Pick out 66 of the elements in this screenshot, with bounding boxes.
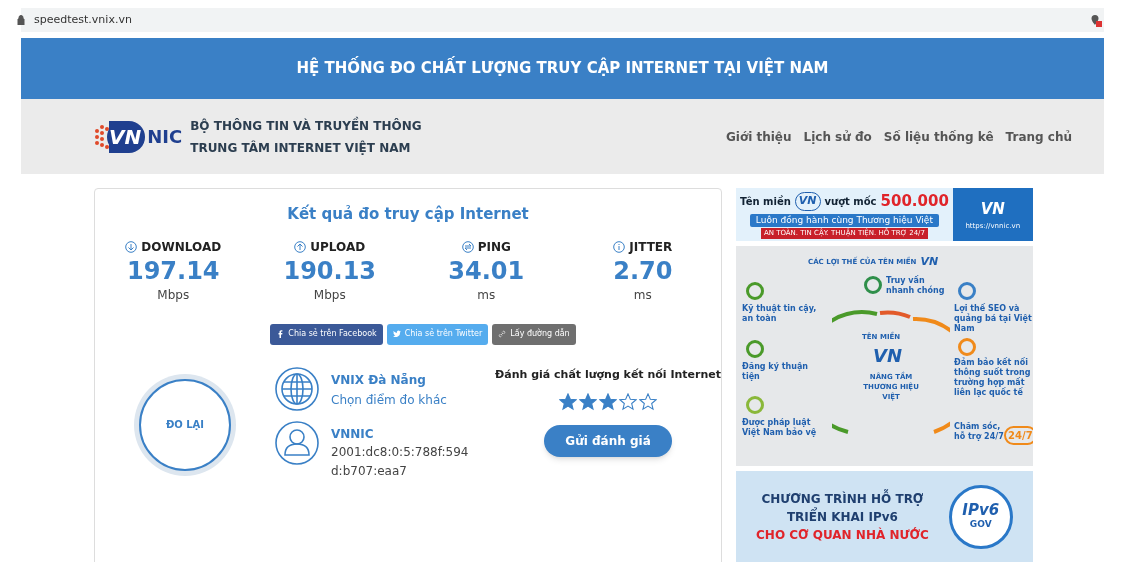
metric-label: UPLOAD: [310, 238, 366, 256]
benefit-label: Lợi thế SEO và quảng bá tại Việt Nam: [954, 304, 1033, 334]
metric-unit: Mbps: [157, 286, 190, 304]
filled-star-icon[interactable]: [579, 393, 598, 411]
info-icon: [613, 240, 626, 253]
organization-name: TRUNG TÂM INTERNET VIỆT NAM: [190, 139, 412, 157]
facebook-share-button[interactable]: Chia sẻ trên Facebook: [270, 323, 383, 345]
user-icon: [275, 420, 319, 465]
metric-unit: ms: [477, 286, 496, 304]
filled-star-icon[interactable]: [599, 393, 618, 411]
ipv6-ad-banner[interactable]: CHƯƠNG TRÌNH HỖ TRỢ TRIỂN KHAI IPv6 CHO CƠ QUAN NHÀ NƯỚC IPv6 GOV: [736, 471, 1033, 562]
metric-label: PING: [477, 238, 511, 256]
domain-mark: VN: [980, 199, 1005, 220]
domain-mark: VN: [873, 344, 903, 368]
ad-count: 500.000: [880, 191, 949, 213]
support-badge: 24/7: [1004, 426, 1033, 445]
metric-value: 197.14: [126, 255, 220, 286]
isp-name: VNNIC: [331, 425, 375, 443]
organization-name: BỘ THÔNG TIN VÀ TRUYỀN THÔNG: [190, 116, 422, 135]
benefit-label: Được pháp luật Việt Nam bảo vệ: [742, 418, 818, 438]
benefit-label: Kỹ thuật tin cậy, an toàn: [742, 304, 818, 324]
facebook-icon: [276, 330, 285, 338]
nav-link[interactable]: Số liệu thống kê: [883, 127, 994, 146]
result-title: Kết quả đo truy cập Internet: [287, 204, 529, 225]
copy-link-button[interactable]: Lấy đường dẫn: [492, 323, 576, 345]
metric-value: 34.01: [448, 255, 525, 286]
site-title: HỆ THỐNG ĐO CHẤT LƯỢNG TRUY CẬP INTERNET TẠI VIỆT NAM: [296, 57, 829, 80]
change-server-link[interactable]: Chọn điểm đo khác: [331, 390, 447, 409]
metric-unit: ms: [633, 286, 652, 304]
ad-headline: CHƯƠNG TRÌNH HỖ TRỢ: [761, 490, 924, 508]
metric-value: 190.13: [283, 255, 377, 286]
upload-icon: [294, 240, 307, 253]
download-icon: [125, 240, 138, 253]
benefit-label: Đảm bảo kết nối thông suốt trong trường hợp mất liên lạc quốc tế: [954, 358, 1032, 398]
ad-headline: CHO CƠ QUAN NHÀ NƯỚC: [756, 526, 929, 544]
metric-label: DOWNLOAD: [141, 238, 222, 256]
location-blocked-icon[interactable]: [1090, 13, 1102, 27]
submit-rating-button[interactable]: Gửi đánh giá: [544, 425, 673, 457]
link-icon: [498, 330, 507, 338]
metric-unit: Mbps: [313, 286, 346, 304]
filled-star-icon[interactable]: [559, 393, 578, 411]
metric-value: 2.70: [613, 255, 673, 286]
ipv6-badge: IPv6 GOV: [948, 485, 1013, 549]
ip-address: 2001:dc8:0:5:788f:594d:b707:eaa7: [331, 443, 470, 480]
domain-mark: VN: [920, 254, 939, 270]
ad-text: vượt mốc: [824, 194, 877, 209]
nav-link[interactable]: Lịch sử đo: [803, 127, 872, 146]
nav-link[interactable]: Giới thiệu: [725, 127, 792, 146]
twitter-icon: [392, 330, 401, 338]
star-rating[interactable]: [559, 393, 658, 411]
benefit-label: Chăm sóc, hỗ trợ 24/7: [954, 422, 1005, 442]
ad-text: Tên miền: [739, 194, 791, 209]
nav-link[interactable]: Trang chủ: [1005, 127, 1072, 146]
globe-icon: [275, 366, 319, 411]
ad-slogan: Luôn đồng hành cùng Thương hiệu Việt: [749, 213, 939, 228]
server-name: VNIX Đà Nẵng: [331, 371, 427, 389]
metric-label: JITTER: [629, 238, 673, 256]
benefit-label: Đăng ký thuận tiện: [742, 362, 809, 382]
ad-headline: TRIỂN KHAI IPv6: [786, 508, 898, 526]
lock-icon: [17, 15, 25, 25]
logo-drawing[interactable]: VN NIC: [93, 118, 183, 155]
rating-title: Đánh giá chất lượng kết nối Internet: [495, 366, 722, 383]
benefit-label: Truy vấn nhanh chóng: [886, 276, 946, 296]
ping-icon: [461, 240, 474, 253]
empty-star-icon[interactable]: [639, 393, 658, 411]
url-text[interactable]: speedtest.vnix.vn: [34, 11, 132, 29]
